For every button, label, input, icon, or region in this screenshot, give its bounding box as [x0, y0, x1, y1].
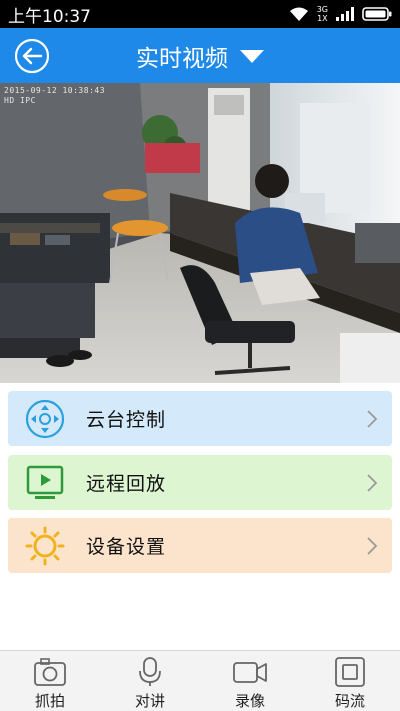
- tab-intercom[interactable]: 对讲: [100, 651, 200, 711]
- menu-remote-playback[interactable]: 远程回放: [8, 455, 392, 510]
- tab-label: 抓拍: [34, 692, 65, 710]
- page-title: 实时视频: [136, 45, 228, 72]
- tab-label: 对讲: [134, 692, 165, 710]
- tab-stream[interactable]: 码流: [300, 651, 400, 711]
- ptz-dpad-icon: [25, 399, 65, 439]
- status-time: 上午10:37: [8, 6, 91, 27]
- network-type: 3G 1X: [316, 5, 328, 23]
- playback-screen-icon: [26, 465, 64, 499]
- battery-icon: [362, 7, 392, 21]
- tab-label: 码流: [334, 692, 365, 710]
- status-icons: 3G 1X: [289, 5, 392, 23]
- settings-sun-icon: [25, 526, 65, 566]
- menu-label: 云台控制: [86, 409, 167, 431]
- tab-record[interactable]: 录像: [200, 651, 300, 711]
- osd-channel: HD IPC: [4, 96, 36, 105]
- menu-device-settings[interactable]: 设备设置: [8, 518, 392, 573]
- video-record-icon: [233, 662, 267, 683]
- app-bar: 实时视频: [0, 28, 400, 83]
- chevron-right-icon: [367, 537, 378, 555]
- menu-label: 远程回放: [86, 473, 167, 495]
- title-dropdown[interactable]: 实时视频: [136, 39, 264, 73]
- chevron-right-icon: [367, 410, 378, 428]
- menu-ptz-control[interactable]: 云台控制: [8, 391, 392, 446]
- stream-icon: [335, 657, 365, 687]
- camera-scene: [0, 83, 400, 383]
- tab-label: 录像: [234, 692, 265, 710]
- chevron-down-icon: [240, 50, 264, 63]
- signal-icon: [336, 7, 354, 21]
- osd-timestamp: 2015-09-12 10:38:43: [4, 86, 106, 95]
- microphone-icon: [139, 657, 161, 686]
- menu-label: 设备设置: [86, 536, 167, 558]
- tab-snapshot[interactable]: 抓拍: [0, 651, 100, 711]
- back-button[interactable]: [14, 38, 50, 74]
- camera-icon: [34, 658, 66, 686]
- chevron-right-icon: [367, 474, 378, 492]
- status-bar: 上午10:37 3G 1X: [0, 0, 400, 28]
- wifi-icon: [289, 7, 308, 21]
- bottom-toolbar: 抓拍 对讲 录像 码流: [0, 650, 400, 711]
- live-video-feed[interactable]: 2015-09-12 10:38:43 HD IPC: [0, 83, 400, 383]
